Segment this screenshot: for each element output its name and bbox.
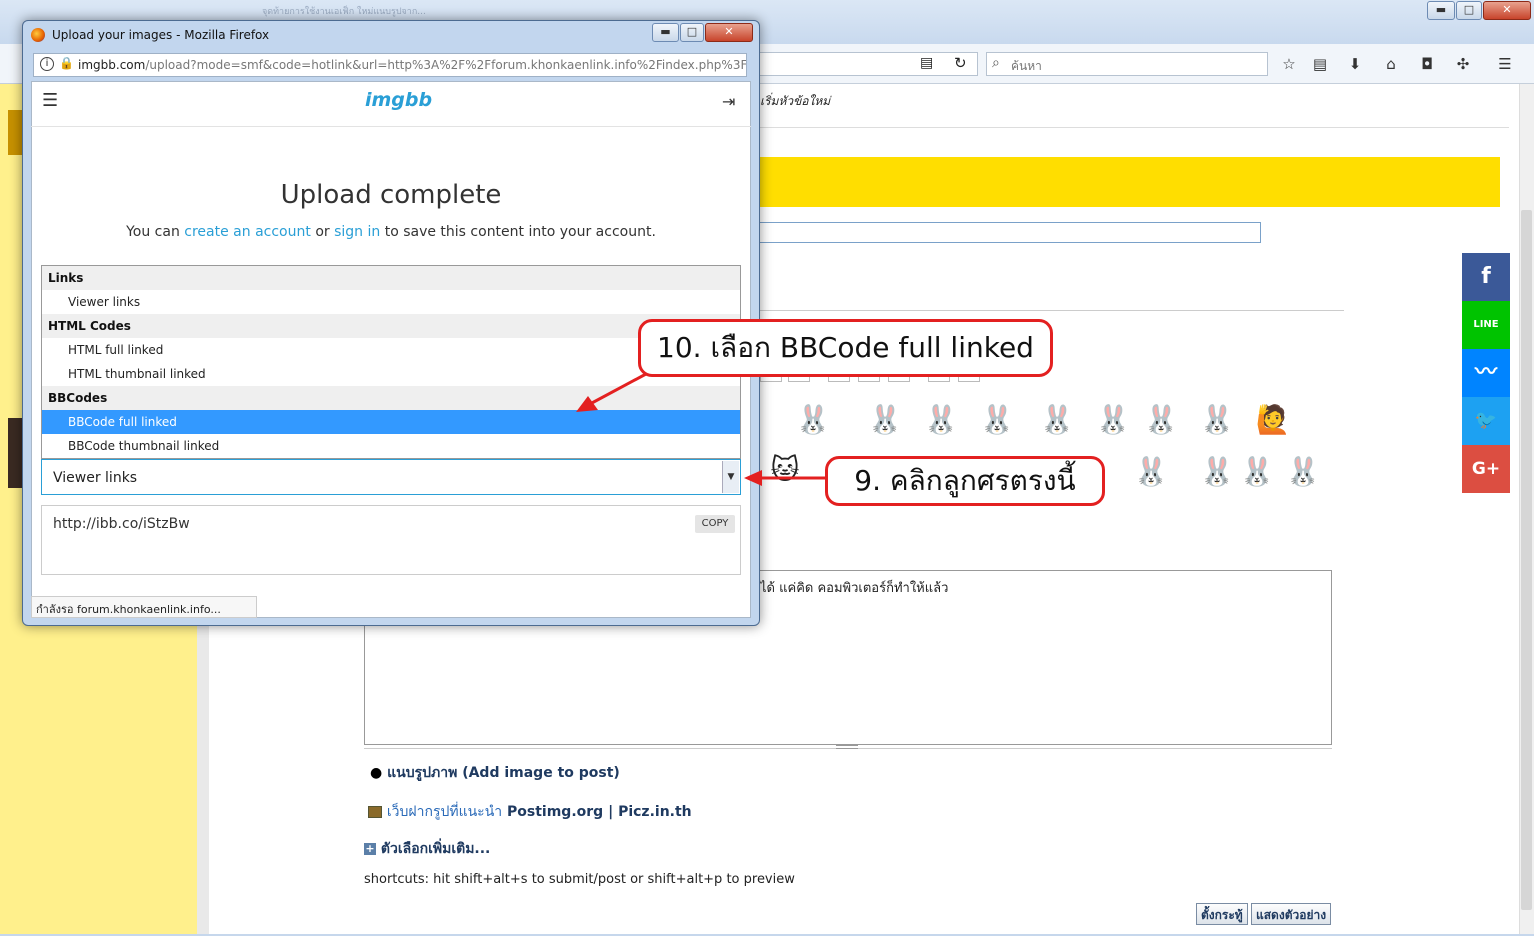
twitter-share-button[interactable]: 🐦 (1462, 397, 1510, 445)
left-accent-bar (8, 110, 22, 155)
attach-image-en: (Add image to post) (462, 765, 620, 781)
sticker-emoticon[interactable]: 🐰 (920, 398, 962, 442)
divider (760, 310, 1344, 311)
picz-link[interactable]: Picz.in.th (618, 804, 692, 820)
editor-resize-handle[interactable] (836, 745, 858, 749)
imgbb-logo[interactable]: imgbb (365, 89, 432, 111)
create-account-link[interactable]: create an account (184, 224, 311, 240)
sticker-emoticon[interactable]: 🐰 (1140, 398, 1182, 442)
hamburger-menu-icon[interactable]: ☰ (42, 92, 58, 110)
sticker-emoticon[interactable]: 🐰 (976, 398, 1018, 442)
main-minimize-button[interactable]: ▬ (1427, 1, 1455, 20)
sticker-emoticon[interactable]: 🐰 (1130, 450, 1172, 494)
line-share-button[interactable]: LINE (1462, 301, 1510, 349)
hosting-links-row: เว็บฝากรูปที่แนะนำ Postimg.org | Picz.in… (368, 801, 692, 823)
sign-in-icon[interactable]: ⇥ (722, 92, 735, 111)
url-path: /upload?mode=smf&code=hotlink&url=http%3… (145, 58, 747, 72)
googleplus-share-button[interactable]: G+ (1462, 445, 1510, 493)
insecure-lock-icon[interactable]: 🔒 (59, 56, 74, 70)
reader-view-icon[interactable]: ▤ (920, 55, 933, 71)
sticker-emoticon[interactable]: 🐰 (1092, 398, 1134, 442)
account-prefix: You can (126, 224, 180, 240)
hosting-label: เว็บฝากรูปที่แนะนำ (386, 804, 503, 820)
star-icon[interactable]: ☆ (1279, 54, 1299, 74)
account-or: or (315, 224, 330, 240)
popup-minimize-button[interactable]: ▬ (652, 23, 679, 42)
main-tab-title: จุดท้ายการใช้งานเอเฟ็ก ใหม่แนบรูปจาก... (262, 7, 426, 17)
menu-icon[interactable]: ☰ (1495, 54, 1515, 74)
url-host: imgbb.com (78, 58, 146, 72)
preview-button[interactable]: แสดงตัวอย่าง (1251, 903, 1332, 925)
annotation-arrows (576, 372, 826, 486)
shortcuts-hint: shortcuts: hit shift+alt+s to submit/pos… (364, 872, 795, 887)
attach-image-row[interactable]: ● แนบรูปภาพ (Add image to post) (370, 762, 620, 784)
main-close-button[interactable]: ✕ (1483, 1, 1531, 20)
main-search-input[interactable]: ⌕ ค้นหา (986, 52, 1268, 76)
search-placeholder: ค้นหา (1011, 59, 1042, 73)
dropdown-group-links: Links (42, 266, 740, 290)
messenger-share-button[interactable]: 〰 (1462, 349, 1510, 397)
expand-plus-icon[interactable]: + (364, 843, 376, 855)
image-icon (368, 806, 382, 818)
main-maximize-button[interactable]: □ (1456, 1, 1482, 20)
download-icon[interactable]: ⬇ (1345, 54, 1365, 74)
arrow-head-step9 (744, 470, 762, 486)
arrow-head-step10 (576, 396, 598, 412)
copy-button[interactable]: COPY (695, 515, 735, 533)
callout-step-10: 10. เลือก BBCode full linked (638, 319, 1053, 377)
embed-code-textarea[interactable]: http://ibb.co/iStzBw (41, 505, 741, 575)
sticker-emoticon[interactable]: 🐰 (864, 398, 906, 442)
link-separator: | (608, 804, 614, 820)
sticker-emoticon[interactable]: 🙋 (1252, 398, 1294, 442)
post-button[interactable]: ตั้งกระทู้ (1196, 903, 1248, 925)
firefox-icon (31, 28, 45, 42)
bookmarks-list-icon[interactable]: ▤ (1310, 54, 1330, 74)
upload-complete-heading: Upload complete (280, 180, 502, 210)
postimg-link[interactable]: Postimg.org (507, 804, 603, 820)
attach-image-label: แนบรูปภาพ (387, 765, 458, 781)
main-url-bar[interactable]: ▤ ↻ (740, 52, 978, 76)
popup-maximize-button[interactable]: □ (680, 23, 704, 42)
bullet-icon: ● (370, 765, 383, 781)
home-icon[interactable]: ⌂ (1381, 54, 1401, 74)
sticker-emoticon[interactable]: 🐰 (1196, 450, 1238, 494)
breadcrumb[interactable]: เริ่มหัวข้อใหม่ (760, 92, 830, 111)
sticker-emoticon[interactable]: 🐰 (1036, 398, 1078, 442)
sticker-emoticon[interactable]: 🐰 (1236, 450, 1278, 494)
facebook-share-button[interactable]: f (1462, 253, 1510, 301)
extension-icon[interactable]: ✣ (1453, 54, 1473, 74)
dropdown-group-html: HTML Codes (42, 314, 740, 338)
more-options-row[interactable]: + ตัวเลือกเพิ่มเติม... (364, 838, 490, 860)
more-options-label: ตัวเลือกเพิ่มเติม... (380, 841, 491, 857)
sticker-emoticon[interactable]: 🐰 (1282, 450, 1324, 494)
dropdown-option-viewer-links[interactable]: Viewer links (42, 290, 740, 314)
popup-title: Upload your images - Mozilla Firefox (52, 28, 270, 42)
callout-step-9: 9. คลิกลูกศรตรงนี้ (825, 456, 1105, 506)
arrow-line-step10 (589, 372, 647, 406)
info-icon[interactable]: i (40, 57, 54, 71)
sticker-emoticon[interactable]: 🐰 (1196, 398, 1238, 442)
page-banner (740, 157, 1500, 207)
search-icon: ⌕ (992, 55, 1000, 71)
popup-status-bar: กำลังรอ forum.khonkaenlink.info... (31, 596, 257, 618)
pocket-icon[interactable]: ◘ (1417, 54, 1437, 74)
account-prompt: You can create an account or sign in to … (31, 224, 751, 240)
page-scrollbar-thumb[interactable] (1521, 210, 1532, 910)
editor-text: ได้ แค่คิด คอมพิวเตอร์ก็ทำให้แล้ว (760, 581, 949, 596)
account-suffix: to save this content into your account. (384, 224, 656, 240)
dropdown-option-html-full[interactable]: HTML full linked (42, 338, 740, 362)
popup-url-bar[interactable]: i 🔒 imgbb.com/upload?mode=smf&code=hotli… (33, 53, 747, 77)
popup-close-button[interactable]: ✕ (705, 23, 753, 42)
sign-in-link[interactable]: sign in (334, 224, 380, 240)
subject-input[interactable] (758, 222, 1261, 243)
reload-icon[interactable]: ↻ (954, 54, 967, 72)
